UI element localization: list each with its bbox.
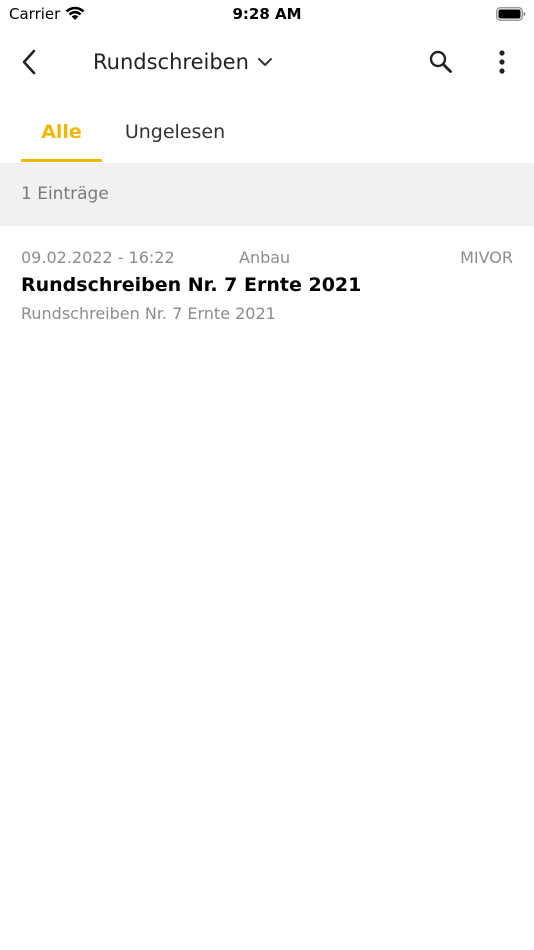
status-bar: Carrier 9:28 AM [0, 0, 534, 30]
page-title: Rundschreiben [93, 50, 249, 74]
clock: 9:28 AM [232, 5, 302, 23]
list-item[interactable]: 09.02.2022 - 16:22 Anbau MIVOR Rundschre… [0, 226, 534, 336]
back-button[interactable] [14, 46, 44, 78]
more-vertical-icon [499, 50, 505, 74]
title-dropdown[interactable]: Rundschreiben [93, 46, 273, 78]
chevron-down-icon [257, 56, 273, 68]
tab-ungelesen[interactable]: Ungelesen [112, 100, 238, 163]
active-tab-indicator [21, 159, 102, 162]
entry-count-bar: 1 Einträge [0, 163, 534, 226]
battery-icon [496, 6, 526, 21]
item-sender: MIVOR [460, 248, 513, 267]
item-category: Anbau [239, 248, 291, 267]
tab-alle[interactable]: Alle [21, 100, 102, 163]
search-button[interactable] [426, 47, 456, 77]
search-icon [428, 49, 454, 75]
navigation-bar: Rundschreiben [0, 30, 534, 94]
item-title: Rundschreiben Nr. 7 Ernte 2021 [21, 274, 362, 296]
tab-bar: Alle Ungelesen [0, 100, 534, 163]
item-subtitle: Rundschreiben Nr. 7 Ernte 2021 [21, 304, 276, 323]
back-chevron-icon [21, 49, 37, 75]
more-options-button[interactable] [490, 47, 514, 77]
item-date: 09.02.2022 - 16:22 [21, 248, 175, 267]
entry-count: 1 Einträge [21, 184, 109, 204]
